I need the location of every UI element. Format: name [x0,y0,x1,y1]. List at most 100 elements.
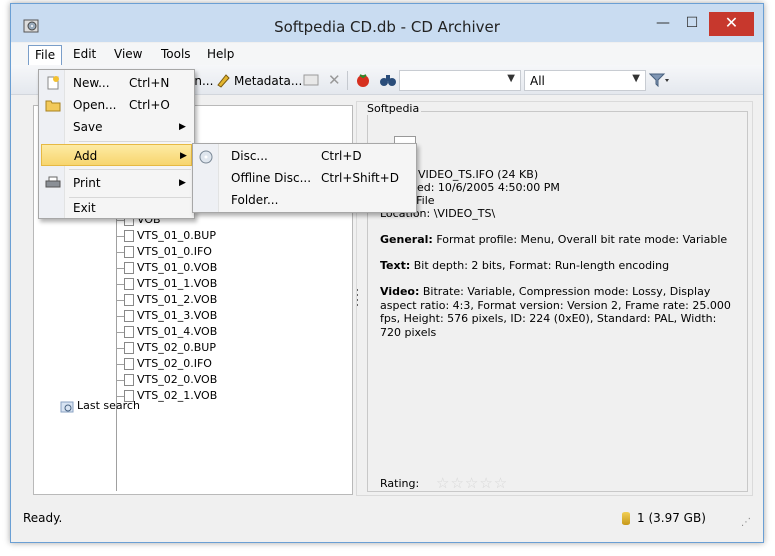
status-text: Ready. [23,511,63,525]
menu-item-exit[interactable]: Exit [41,197,192,219]
menu-help[interactable]: Help [205,45,234,65]
text-text: Bit depth: 2 bits, Format: Run-length en… [413,259,670,272]
database-icon [622,512,630,525]
tree-file-item[interactable]: VTS_02_0.VOB [137,372,217,388]
file-icon [124,262,134,274]
resize-grip-icon[interactable]: ⋰ [741,517,751,528]
binoculars-icon[interactable] [379,73,397,87]
metadata-icon [217,74,230,88]
general-text: Format profile: Menu, Overall bit rate m… [436,233,728,246]
tree-file-item[interactable]: VTS_01_0.IFO [137,244,212,260]
menu-item-add[interactable]: Add ▶ [41,144,192,166]
tree-file-item[interactable]: VTS_02_0.IFO [137,356,212,372]
minimize-button[interactable]: — [649,12,677,36]
filter-icon[interactable] [649,73,669,87]
tomato-icon[interactable] [355,72,371,88]
file-icon [124,246,134,258]
delete-icon[interactable]: ✕ [328,71,341,89]
maximize-button[interactable]: ☐ [678,12,706,36]
chevron-down-icon: ▼ [632,73,640,84]
general-label: General: [380,233,433,246]
tree-connector [116,236,124,237]
menu-tools[interactable]: Tools [159,45,191,65]
text-label: Text: [380,259,411,272]
submenu-item-offline-label: Offline Disc... [231,171,312,185]
tree-connector [116,300,124,301]
submenu-item-folder[interactable]: Folder... [195,189,414,211]
menu-item-open-label: Open... [73,98,117,112]
menu-file[interactable]: File [28,45,62,65]
tree-connector [116,396,124,397]
submenu-arrow-icon: ▶ [180,151,187,161]
video-text: Bitrate: Variable, Compression mode: Los… [380,285,731,339]
menu-item-new[interactable]: New... Ctrl+N [41,72,192,94]
search-combo[interactable]: ▼ [399,70,521,91]
tree-connector [116,332,124,333]
properties-icon[interactable] [303,73,319,87]
menu-item-open[interactable]: Open... Ctrl+O [41,94,192,116]
menu-item-save[interactable]: Save ▶ [41,116,192,138]
open-folder-icon [45,100,61,112]
tree-file-item[interactable]: VTS_01_2.VOB [137,292,217,308]
tree-file-item[interactable]: VTS_01_0.VOB [137,260,217,276]
file-icon [124,342,134,354]
submenu-item-offline-disc[interactable]: Offline Disc... Ctrl+Shift+D [195,167,414,189]
file-modified: dified: 10/6/2005 4:50:00 PM [400,181,560,194]
tree-last-search[interactable]: Last search [77,398,140,414]
file-name: VIDEO_TS.IFO (24 KB) [418,168,539,181]
video-label: Video: [380,285,420,298]
submenu-item-folder-label: Folder... [231,193,279,207]
tree-file-item[interactable]: VTS_02_1.VOB [137,388,217,404]
rating-stars[interactable]: ☆☆☆☆☆ [436,474,508,492]
general-info: General: Format profile: Menu, Overall b… [380,233,740,247]
printer-icon [45,176,61,188]
chevron-down-icon: ▼ [507,73,515,84]
menu-view[interactable]: View [112,45,142,65]
add-submenu: Disc... Ctrl+D Offline Disc... Ctrl+Shif… [192,143,417,213]
tree-connector [116,252,124,253]
file-icon [124,230,134,242]
filter-combo[interactable]: All ▼ [524,70,646,91]
search-folder-icon [60,401,74,413]
tree-connector [116,268,124,269]
tree-file-item[interactable]: VTS_01_0.BUP [137,228,216,244]
tree-file-item[interactable]: VTS_01_1.VOB [137,276,217,292]
metadata-button[interactable]: Metadata... [234,74,302,88]
filter-combo-value: All [530,74,545,88]
menu-item-new-shortcut: Ctrl+N [129,76,170,90]
title-bar[interactable]: Softpedia CD.db - CD Archiver — ☐ ✕ [11,4,763,42]
menu-item-exit-label: Exit [73,201,96,215]
tree-connector [116,284,124,285]
submenu-item-disc-shortcut: Ctrl+D [321,149,362,163]
toolbar-separator [347,71,348,90]
menu-separator [69,169,191,170]
tree-connector [116,380,124,381]
submenu-item-disc-label: Disc... [231,149,268,163]
file-icon [124,374,134,386]
details-group-title: Softpedia [365,102,422,115]
menu-item-new-label: New... [73,76,110,90]
file-icon [124,310,134,322]
menu-item-save-label: Save [73,120,103,134]
close-button[interactable]: ✕ [709,12,754,36]
file-icon [124,358,134,370]
file-icon [124,326,134,338]
menu-separator [69,141,191,142]
details-group: VIDEO_TS.IFO (24 KB) dified: 10/6/2005 4… [367,111,748,492]
tree-connector [116,364,124,365]
tree-file-item[interactable]: VTS_01_4.VOB [137,324,217,340]
tree-file-item[interactable]: VTS_02_0.BUP [137,340,216,356]
menu-item-print-label: Print [73,176,101,190]
submenu-arrow-icon: ▶ [179,122,186,132]
text-info: Text: Bit depth: 2 bits, Format: Run-len… [380,259,740,273]
menu-item-add-label: Add [74,149,98,163]
tree-file-item[interactable]: VTS_01_3.VOB [137,308,217,324]
submenu-item-disc[interactable]: Disc... Ctrl+D [195,145,414,167]
file-icon [124,294,134,306]
status-bar: Ready. 1 (3.97 GB) ⋰ [11,504,763,542]
rating-label: Rating: [380,477,420,490]
menu-edit[interactable]: Edit [71,45,96,65]
menu-item-print[interactable]: Print ▶ [41,172,192,194]
menu-bar: File Edit View Tools Help [11,43,763,65]
submenu-arrow-icon: ▶ [179,178,186,188]
